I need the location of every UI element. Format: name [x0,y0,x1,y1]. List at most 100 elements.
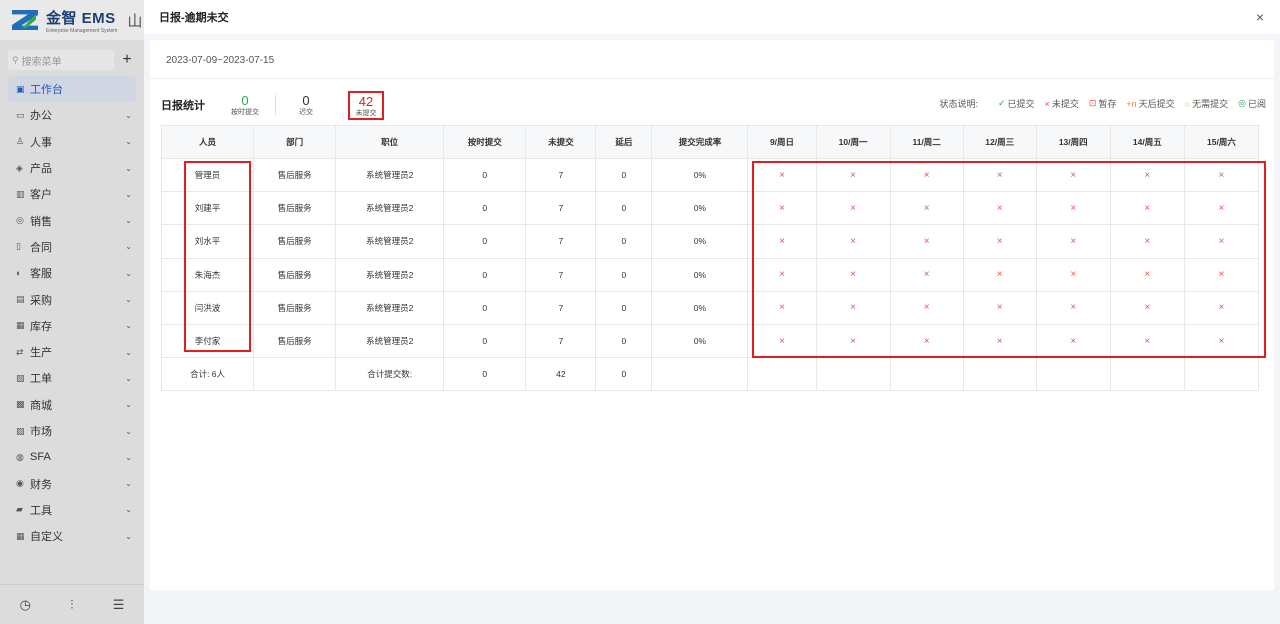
sidebar-item[interactable]: ▰ 工具 ⌄ [8,497,136,523]
cell-missing: 7 [525,257,597,292]
sidebar-item[interactable]: ▨ 市场 ⌄ [8,418,136,444]
table-row[interactable]: 管理员 售后服务 系统管理员2 0 7 0 0% × × × × × × × [160,157,1260,193]
cell-name: 朱海杰 [160,257,255,292]
cell-day-status-icon[interactable]: × [962,290,1037,325]
cell-day-status-icon[interactable]: × [747,290,817,325]
cell-day-status-icon[interactable]: × [1183,224,1260,259]
cell-day-status-icon[interactable]: × [815,257,891,292]
sidebar-item[interactable]: ▧ 工单 ⌄ [8,365,136,391]
menu-item-label: 工具 [30,504,52,517]
table-row[interactable]: 李付家 售后服务 系统管理员2 0 7 0 0% × × × × × × × [160,323,1260,359]
report-drawer: 日报-逾期未交 × 2023-07-09~2023-07-15 日报统计 0 按… [144,0,1280,624]
app-logo[interactable]: 金智 EMS Enterprise Management System 山 [0,0,144,40]
sidebar-item[interactable]: ▦ 库存 ⌄ [8,313,136,339]
cell-day-status-icon[interactable]: × [889,224,964,259]
menu-item-icon: ▭ [16,109,25,120]
cell-day-status-icon[interactable]: × [1035,191,1111,226]
add-button[interactable]: + [118,51,136,69]
stat-ontime[interactable]: 0 按时提交 [215,94,275,116]
menu-search-input[interactable]: ⚲ 搜索菜单 [8,50,114,70]
sidebar-item[interactable]: ◐ 客服 ⌄ [8,260,136,286]
stat-missing[interactable]: 42 未提交 [348,90,384,120]
cell-day-status-icon[interactable]: × [815,191,891,226]
menu-item-icon: ▰ [16,504,23,515]
cell-day-status-icon[interactable]: × [1183,191,1260,226]
cell-day-status-icon[interactable]: × [1109,191,1185,226]
menu-item-label: 销售 [30,215,52,228]
cell-day-status-icon[interactable]: × [815,157,891,193]
cell-day-status-icon[interactable]: × [962,323,1037,359]
cell-day-status-icon[interactable]: × [1183,157,1260,193]
cell-day-status-icon[interactable]: × [1183,290,1260,325]
sidebar-item[interactable]: ▥ 客户 ⌄ [8,181,136,207]
status-legend: 状态说明: ✓ 已提交 × 未提交 ⊡ 暂存 +n 天后提交 ○ 无需提交 ◎ 已阅 [939,97,1266,110]
cell-day-status-icon[interactable]: × [1035,323,1111,359]
sidebar-item[interactable]: ⇄ 生产 ⌄ [8,339,136,365]
sidebar-item[interactable]: ◍ SFA ⌄ [8,444,136,470]
sidebar-item[interactable]: ▤ 采购 ⌄ [8,286,136,312]
cell-day-status-icon[interactable]: × [962,224,1037,259]
chevron-down-icon: ⌄ [125,268,132,278]
cell-day-status-icon[interactable]: × [747,157,817,193]
cell-day-status-icon[interactable]: × [1183,323,1260,359]
sidebar-item[interactable]: ▣ 工作台 [8,76,136,103]
sidebar-item[interactable]: ◉ 财务 ⌄ [8,470,136,496]
cell-day-status-icon[interactable]: × [889,157,964,193]
stat-late[interactable]: 0 迟交 [276,94,336,116]
cell-day-status-icon[interactable]: × [889,323,964,359]
cell-day-status-icon[interactable]: × [815,323,891,359]
menu-item-icon: ◉ [16,478,24,489]
cell-day-status-icon[interactable]: × [1035,224,1111,259]
stat-late-label: 迟交 [299,109,313,116]
table-row[interactable]: 闫洪波 售后服务 系统管理员2 0 7 0 0% × × × × × × × [160,290,1260,325]
table-row[interactable]: 刘建平 售后服务 系统管理员2 0 7 0 0% × × × × × × × [160,191,1260,226]
cell-day-status-icon[interactable]: × [1035,290,1111,325]
sidebar-item[interactable]: ▦ 自定义 ⌄ [8,523,136,549]
close-icon[interactable]: × [1256,9,1264,25]
cell-day-status-icon[interactable]: × [747,257,817,292]
cell-day-status-icon[interactable]: × [815,290,891,325]
cell-day-status-icon[interactable]: × [1109,224,1185,259]
column-header: 10/周一 [815,125,891,159]
cell-day-status-icon[interactable]: × [1109,157,1185,193]
cell-day-status-icon[interactable]: × [1109,257,1185,292]
sidebar-item[interactable]: ▩ 商城 ⌄ [8,392,136,418]
cell-day-status-icon[interactable]: × [1183,257,1260,292]
daily-report-stats: 日报统计 0 按时提交 0 迟交 42 未提交 [161,90,384,120]
cell-day-status-icon[interactable]: × [747,191,817,226]
cell-name: 闫洪波 [160,290,255,325]
menu-item-icon: ◐ [16,268,22,279]
cell-day-status-icon[interactable]: × [962,157,1037,193]
menu-item-icon: ◍ [16,451,24,462]
cell-day-status-icon[interactable]: × [889,290,964,325]
cell-day-status-icon[interactable]: × [962,257,1037,292]
menu-item-label: 商城 [30,399,52,412]
collapse-menu-icon[interactable]: ☰ [113,597,125,613]
sidebar-item[interactable]: ▭ 办公 ⌄ [8,102,136,128]
menu-item-icon: ▣ [16,83,25,94]
column-header: 15/周六 [1183,125,1260,159]
cell-day-status-icon[interactable]: × [1109,290,1185,325]
cell-day-status-icon[interactable]: × [962,191,1037,226]
sidebar-item[interactable]: ◈ 产品 ⌄ [8,155,136,181]
cell-name: 刘水平 [160,224,255,259]
sidebar-item[interactable]: ◎ 销售 ⌄ [8,207,136,233]
cell-day-status-icon[interactable]: × [1109,323,1185,359]
settings-sliders-icon[interactable]: ⫶ [70,597,73,613]
cell-day-status-icon[interactable]: × [747,323,817,359]
legend-symbol-icon: +n [1126,98,1137,109]
cell-day-status-icon[interactable]: × [815,224,891,259]
cell-ontime: 0 [443,323,527,359]
table-row[interactable]: 刘水平 售后服务 系统管理员2 0 7 0 0% × × × × × × × [160,224,1260,259]
sidebar-item[interactable]: ▯ 合同 ⌄ [8,234,136,260]
cell-day-status-icon[interactable]: × [747,224,817,259]
column-header: 延后 [595,125,653,159]
cell-day-status-icon[interactable]: × [889,257,964,292]
cell-day-status-icon[interactable]: × [1035,157,1111,193]
sidebar-item[interactable]: ♙ 人事 ⌄ [8,129,136,155]
history-icon[interactable]: ◷ [20,597,31,613]
table-row[interactable]: 朱海杰 售后服务 系统管理员2 0 7 0 0% × × × × × × × [160,257,1260,292]
cell-late: 0 [595,191,653,226]
cell-day-status-icon[interactable]: × [889,191,964,226]
cell-day-status-icon[interactable]: × [1035,257,1111,292]
